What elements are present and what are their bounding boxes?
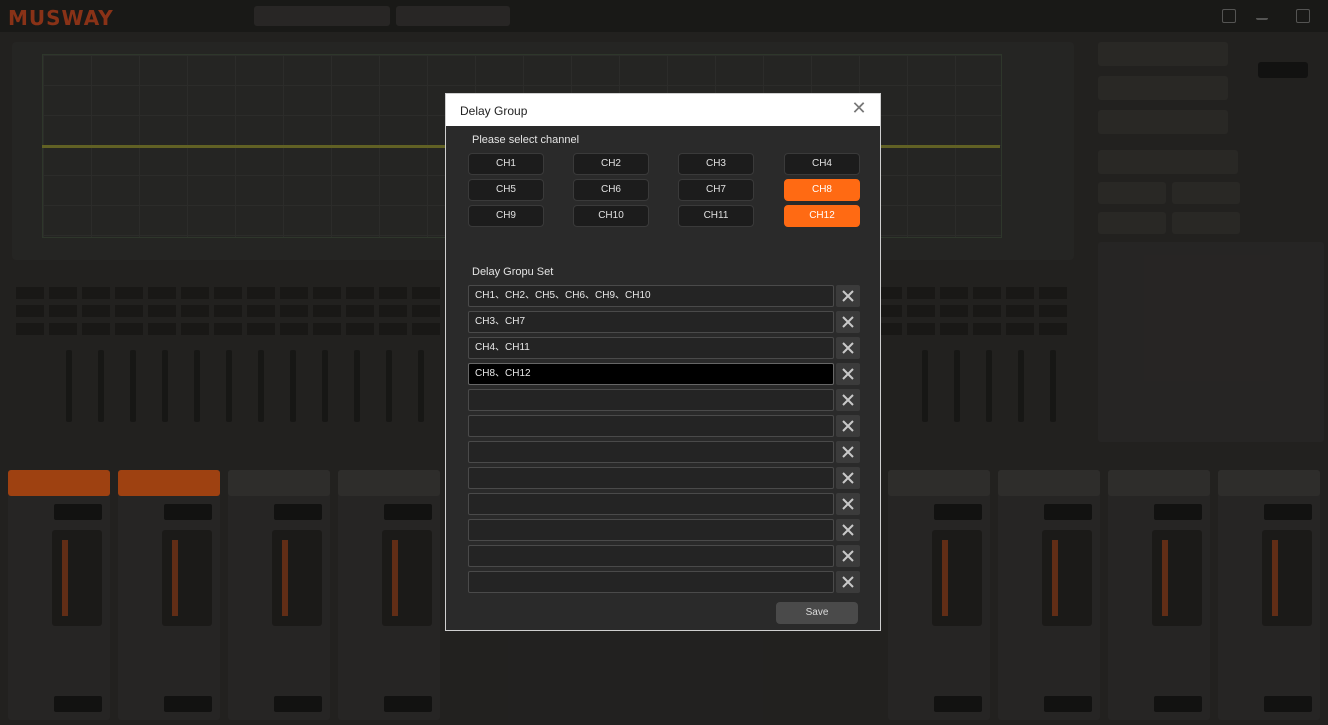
delete-x-icon[interactable] xyxy=(836,441,860,463)
delete-x-icon[interactable] xyxy=(836,493,860,515)
delete-x-icon[interactable] xyxy=(836,363,860,385)
delay-group-field[interactable] xyxy=(468,519,834,541)
delay-group-row xyxy=(468,415,860,437)
channel-button-ch9[interactable]: CH9 xyxy=(468,205,544,227)
delete-x-icon[interactable] xyxy=(836,337,860,359)
delay-group-field[interactable]: CH1、CH2、CH5、CH6、CH9、CH10 xyxy=(468,285,834,307)
delay-group-row xyxy=(468,545,860,567)
dialog-title: Delay Group xyxy=(460,104,528,118)
delay-group-field[interactable] xyxy=(468,545,834,567)
delay-group-row xyxy=(468,493,860,515)
channel-button-ch10[interactable]: CH10 xyxy=(573,205,649,227)
delete-x-icon[interactable] xyxy=(836,545,860,567)
delay-group-row xyxy=(468,467,860,489)
channel-button-ch1[interactable]: CH1 xyxy=(468,153,544,175)
delay-group-row xyxy=(468,441,860,463)
delete-x-icon[interactable] xyxy=(836,467,860,489)
delete-x-icon[interactable] xyxy=(836,571,860,593)
delay-group-row: CH4、CH11 xyxy=(468,337,860,359)
delay-group-field[interactable] xyxy=(468,415,834,437)
channel-button-ch6[interactable]: CH6 xyxy=(573,179,649,201)
delay-group-field[interactable]: CH3、CH7 xyxy=(468,311,834,333)
delay-group-field[interactable]: CH4、CH11 xyxy=(468,337,834,359)
delay-group-field[interactable] xyxy=(468,389,834,411)
delay-group-field[interactable] xyxy=(468,441,834,463)
delay-group-set-label: Delay Gropu Set xyxy=(472,266,554,278)
delete-x-icon[interactable] xyxy=(836,519,860,541)
delete-x-icon[interactable] xyxy=(836,415,860,437)
delay-group-row: CH8、CH12 xyxy=(468,363,860,385)
delay-group-field[interactable] xyxy=(468,571,834,593)
select-channel-label: Please select channel xyxy=(472,134,580,146)
delay-group-field[interactable]: CH8、CH12 xyxy=(468,363,834,385)
delay-group-field[interactable] xyxy=(468,493,834,515)
delete-x-icon[interactable] xyxy=(836,285,860,307)
channel-button-ch12[interactable]: CH12 xyxy=(784,205,860,227)
delay-group-row xyxy=(468,389,860,411)
delay-group-row xyxy=(468,571,860,593)
delay-group-field[interactable] xyxy=(468,467,834,489)
channel-button-ch4[interactable]: CH4 xyxy=(784,153,860,175)
channel-button-ch8[interactable]: CH8 xyxy=(784,179,860,201)
delete-x-icon[interactable] xyxy=(836,311,860,333)
delay-group-dialog: Delay Group ✕ Please select channel CH1 C… xyxy=(445,93,881,631)
delete-x-icon[interactable] xyxy=(836,389,860,411)
channel-button-ch2[interactable]: CH2 xyxy=(573,153,649,175)
delay-group-row: CH1、CH2、CH5、CH6、CH9、CH10 xyxy=(468,285,860,307)
channel-button-ch11[interactable]: CH11 xyxy=(678,205,754,227)
delay-group-row xyxy=(468,519,860,541)
delay-group-row: CH3、CH7 xyxy=(468,311,860,333)
channel-button-ch5[interactable]: CH5 xyxy=(468,179,544,201)
channel-button-ch3[interactable]: CH3 xyxy=(678,153,754,175)
channel-button-ch7[interactable]: CH7 xyxy=(678,179,754,201)
save-button[interactable]: Save xyxy=(776,602,858,624)
dialog-header: Delay Group ✕ xyxy=(446,94,880,126)
close-icon[interactable]: ✕ xyxy=(848,98,870,120)
